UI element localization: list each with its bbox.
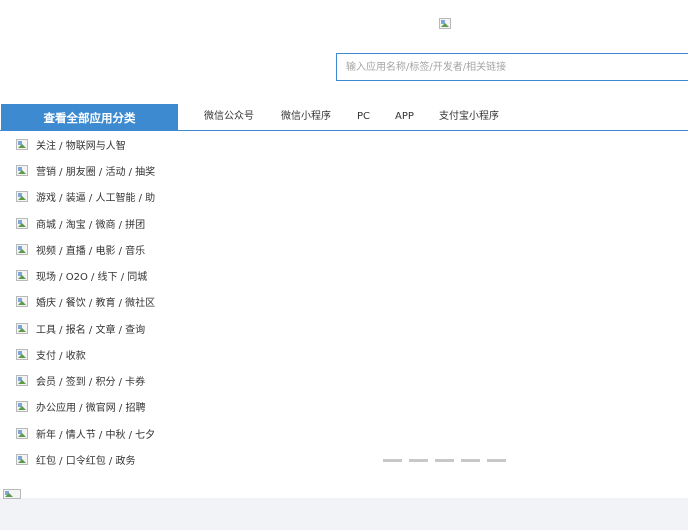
broken-image-icon <box>16 164 28 176</box>
broken-image-icon <box>16 322 28 334</box>
broken-image-icon <box>16 374 28 386</box>
footer-broken-image-icon <box>3 489 21 499</box>
footer-band <box>0 498 688 530</box>
category-item-holidays[interactable]: 新年 / 情人节 / 中秋 / 七夕 <box>16 426 156 441</box>
category-label: 红包 / 口令红包 / 政务 <box>36 455 136 467</box>
tab-alipay-mini-program[interactable]: 支付宝小程序 <box>439 104 499 130</box>
tab-wechat-official-account[interactable]: 微信公众号 <box>204 104 254 130</box>
category-item-red-packet[interactable]: 红包 / 口令红包 / 政务 <box>16 452 136 467</box>
tab-pc[interactable]: PC <box>357 104 370 130</box>
category-label: 游戏 / 装逼 / 人工智能 / 助 <box>36 192 156 204</box>
category-label: 视频 / 直播 / 电影 / 音乐 <box>36 245 146 257</box>
category-item-membership[interactable]: 会员 / 签到 / 积分 / 卡券 <box>16 373 146 388</box>
category-item-video[interactable]: 视频 / 直播 / 电影 / 音乐 <box>16 242 146 257</box>
category-nav-bar: 查看全部应用分类 微信公众号 微信小程序 PC APP 支付宝小程序 <box>0 104 688 131</box>
category-label: 婚庆 / 餐饮 / 教育 / 微社区 <box>36 297 156 309</box>
category-label: 办公应用 / 微官网 / 招聘 <box>36 402 146 414</box>
carousel-dot[interactable] <box>487 459 506 462</box>
broken-image-icon <box>16 453 28 465</box>
all-categories-button[interactable]: 查看全部应用分类 <box>1 104 178 131</box>
category-label: 商城 / 淘宝 / 微商 / 拼团 <box>36 219 146 231</box>
category-item-office[interactable]: 办公应用 / 微官网 / 招聘 <box>16 399 146 414</box>
category-label: 会员 / 签到 / 积分 / 卡券 <box>36 376 146 388</box>
broken-image-icon <box>16 217 28 229</box>
broken-image-icon <box>16 269 28 281</box>
category-item-onsite[interactable]: 现场 / O2O / 线下 / 同城 <box>16 268 148 283</box>
carousel-dot[interactable] <box>461 459 480 462</box>
carousel-indicators <box>383 459 506 462</box>
logo-broken-image-icon[interactable] <box>439 18 451 29</box>
broken-image-icon <box>16 427 28 439</box>
category-item-tools[interactable]: 工具 / 报名 / 文章 / 查询 <box>16 321 146 336</box>
tab-app[interactable]: APP <box>395 104 414 130</box>
category-label: 支付 / 收款 <box>36 350 86 362</box>
category-item-payment[interactable]: 支付 / 收款 <box>16 347 86 362</box>
category-label: 工具 / 报名 / 文章 / 查询 <box>36 324 146 336</box>
category-label: 现场 / O2O / 线下 / 同城 <box>36 271 148 283</box>
search-input[interactable] <box>337 54 688 80</box>
search-box[interactable] <box>336 53 688 81</box>
category-item-mall[interactable]: 商城 / 淘宝 / 微商 / 拼团 <box>16 216 146 231</box>
category-label: 新年 / 情人节 / 中秋 / 七夕 <box>36 429 156 441</box>
broken-image-icon <box>16 190 28 202</box>
broken-image-icon <box>16 295 28 307</box>
broken-image-icon <box>16 400 28 412</box>
category-item-games[interactable]: 游戏 / 装逼 / 人工智能 / 助 <box>16 189 156 204</box>
carousel-dot[interactable] <box>383 459 402 462</box>
broken-image-icon <box>16 348 28 360</box>
category-item-wedding[interactable]: 婚庆 / 餐饮 / 教育 / 微社区 <box>16 294 156 309</box>
category-item-marketing[interactable]: 营销 / 朋友圈 / 活动 / 抽奖 <box>16 163 156 178</box>
category-label: 营销 / 朋友圈 / 活动 / 抽奖 <box>36 166 156 178</box>
carousel-dot[interactable] <box>435 459 454 462</box>
carousel-dot[interactable] <box>409 459 428 462</box>
broken-image-icon <box>16 138 28 150</box>
broken-image-icon <box>16 243 28 255</box>
category-label: 关注 / 物联网与人智 <box>36 140 126 152</box>
tab-wechat-mini-program[interactable]: 微信小程序 <box>281 104 331 130</box>
category-item-follow[interactable]: 关注 / 物联网与人智 <box>16 137 126 152</box>
